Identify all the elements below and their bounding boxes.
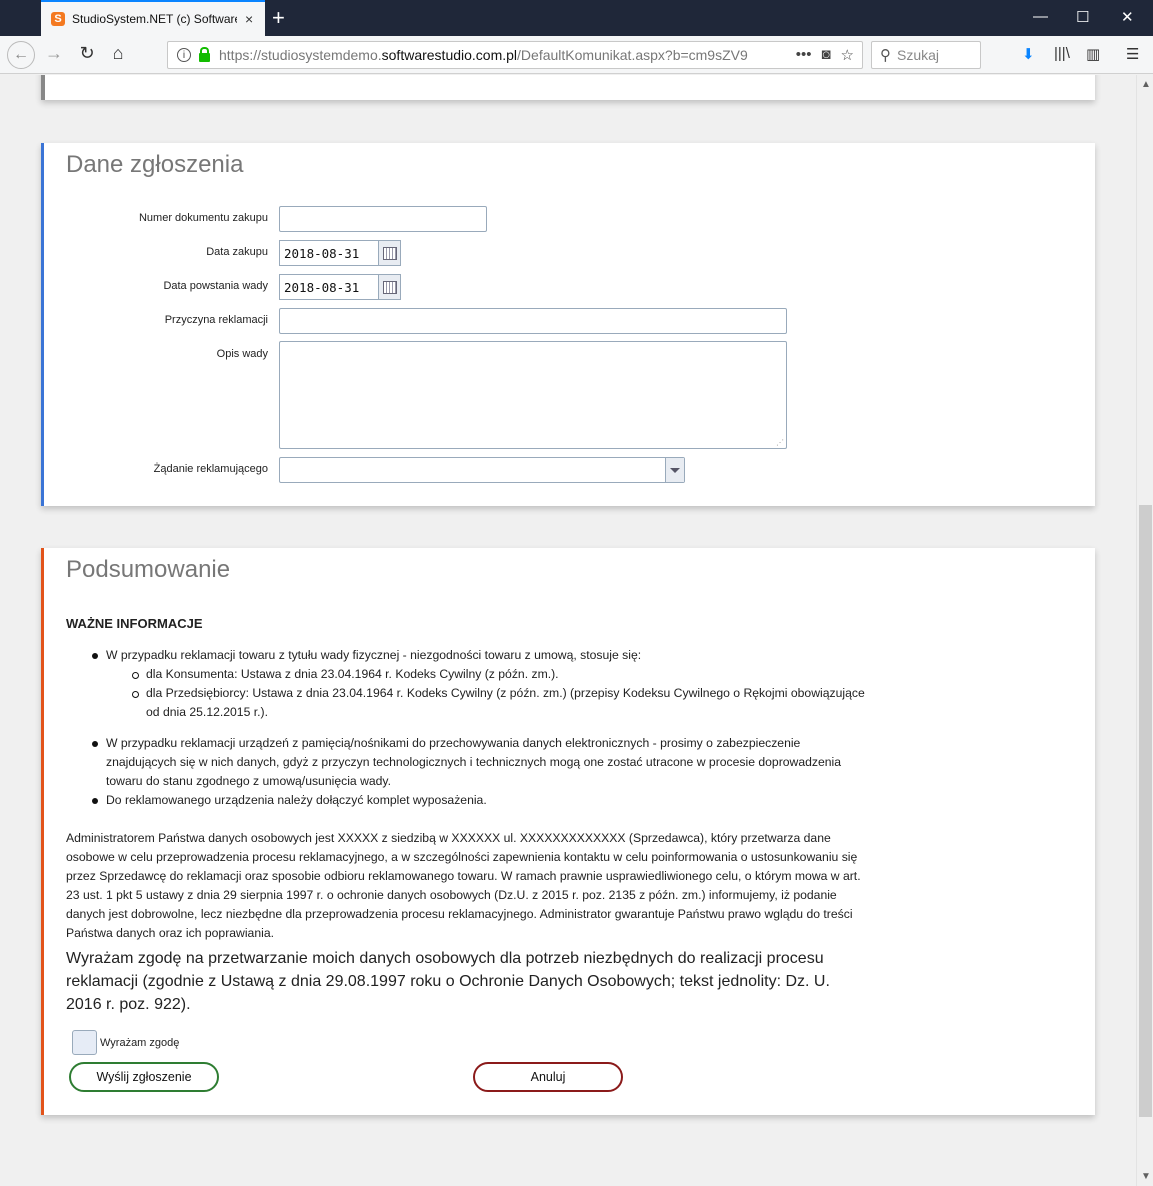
przyczyna-input[interactable] [279, 308, 787, 334]
zadanie-select[interactable] [279, 457, 685, 483]
reload-button[interactable]: ↻ [75, 43, 99, 64]
search-input[interactable]: ⚲ Szukaj [871, 41, 981, 69]
search-icon: ⚲ [880, 47, 891, 64]
data-wady-field[interactable]: 2018-08-31 [279, 274, 401, 300]
vertical-scrollbar[interactable]: ▲ ▼ [1136, 75, 1153, 1186]
calendar-icon [382, 246, 397, 260]
home-button[interactable]: ⌂ [106, 43, 130, 64]
lock-icon [199, 46, 210, 62]
new-tab-button[interactable]: + [272, 5, 285, 31]
data-zakupu-field[interactable]: 2018-08-31 [279, 240, 401, 266]
calendar-button[interactable] [378, 241, 400, 265]
minimize-button[interactable]: — [1033, 8, 1048, 25]
scroll-up-icon[interactable]: ▲ [1141, 79, 1151, 90]
data-wady-label: Data powstania wady [163, 280, 268, 292]
download-icon[interactable]: ⬇ [1022, 45, 1035, 63]
przyczyna-label: Przyczyna reklamacji [164, 314, 268, 326]
list-item: W przypadku reklamacji urządzeń z pamięc… [92, 734, 866, 791]
podsumowanie-card: Podsumowanie WAŻNE INFORMACJE W przypadk… [41, 548, 1095, 1115]
close-window-button[interactable]: ✕ [1121, 8, 1134, 26]
library-icon[interactable]: |||\ [1054, 45, 1070, 62]
scrollbar-thumb[interactable] [1139, 505, 1152, 1117]
sidebar-icon[interactable]: ▥ [1086, 45, 1100, 63]
bookmark-star-icon[interactable]: ☆ [841, 46, 854, 64]
page-viewport: Dane zgłoszenia Numer dokumentu zakupu D… [0, 75, 1136, 1186]
browser-navbar: ← → ↻ ⌂ i https://studiosystemdemo.softw… [0, 36, 1153, 74]
zadanie-label: Żądanie reklamującego [153, 463, 268, 475]
previous-section-card [41, 75, 1095, 100]
forward-button[interactable]: → [42, 43, 66, 64]
opis-wady-textarea[interactable]: ⋰ [279, 341, 787, 449]
resize-grip-icon[interactable]: ⋰ [776, 438, 784, 447]
consent-paragraph: Wyrażam zgodę na przetwarzanie moich dan… [66, 950, 830, 1013]
tab-title: StudioSystem.NET (c) Software [72, 12, 237, 26]
maximize-button[interactable]: ☐ [1076, 8, 1089, 26]
page-actions-icon[interactable]: ••• [796, 46, 812, 64]
consent-checkbox-row: Wyrażam zgodę [69, 1026, 179, 1055]
list-item: W przypadku reklamacji towaru z tytułu w… [92, 646, 866, 722]
site-favicon-icon: S [51, 12, 65, 26]
dane-section-title: Dane zgłoszenia [66, 151, 244, 178]
consent-checkbox-label: Wyrażam zgodę [100, 1036, 180, 1049]
back-button[interactable]: ← [7, 41, 35, 69]
dane-zgloszenia-card: Dane zgłoszenia Numer dokumentu zakupu D… [41, 143, 1095, 506]
address-bar[interactable]: i https://studiosystemdemo.softwarestudi… [167, 41, 863, 69]
data-zakupu-value[interactable]: 2018-08-31 [280, 241, 378, 265]
podsumowanie-body: WAŻNE INFORMACJE W przypadku reklamacji … [66, 614, 866, 1016]
pocket-icon[interactable]: ◙ [821, 46, 830, 64]
browser-tab[interactable]: S StudioSystem.NET (c) Software × [41, 0, 265, 36]
data-wady-value[interactable]: 2018-08-31 [280, 275, 378, 299]
calendar-button[interactable] [378, 275, 400, 299]
podsumowanie-section-title: Podsumowanie [66, 556, 231, 583]
search-placeholder: Szukaj [897, 47, 940, 63]
send-button[interactable]: Wyślij zgłoszenie [69, 1062, 219, 1092]
list-item: dla Przedsiębiorcy: Ustawa z dnia 23.04.… [132, 684, 866, 722]
numer-dokumentu-label: Numer dokumentu zakupu [138, 212, 268, 224]
url-text: https://studiosystemdemo.softwarestudio.… [219, 47, 748, 63]
list-item: dla Konsumenta: Ustawa z dnia 23.04.1964… [132, 665, 866, 684]
opis-wady-label: Opis wady [216, 348, 268, 360]
info-icon[interactable]: i [177, 48, 191, 62]
calendar-icon [382, 280, 397, 294]
info-list: W przypadku reklamacji towaru z tytułu w… [92, 646, 866, 810]
cancel-button[interactable]: Anuluj [473, 1062, 623, 1092]
administrator-paragraph: Administratorem Państwa danych osobowych… [66, 831, 861, 940]
browser-titlebar: S StudioSystem.NET (c) Software × + — ☐ … [0, 0, 1153, 36]
arrow-left-icon: ← [13, 46, 29, 63]
wazne-informacje-heading: WAŻNE INFORMACJE [66, 616, 203, 631]
url-actions: ••• ◙ ☆ [796, 46, 854, 64]
numer-dokumentu-input[interactable] [279, 206, 487, 232]
tab-close-icon[interactable]: × [245, 11, 253, 27]
menu-icon[interactable]: ☰ [1126, 45, 1139, 63]
scroll-down-icon[interactable]: ▼ [1141, 1171, 1151, 1182]
data-zakupu-label: Data zakupu [206, 246, 268, 258]
sub-list: dla Konsumenta: Ustawa z dnia 23.04.1964… [132, 665, 866, 722]
chevron-down-icon[interactable] [665, 458, 684, 482]
consent-checkbox[interactable] [72, 1030, 97, 1055]
list-item: Do reklamowanego urządzenia należy dołąc… [92, 791, 866, 810]
